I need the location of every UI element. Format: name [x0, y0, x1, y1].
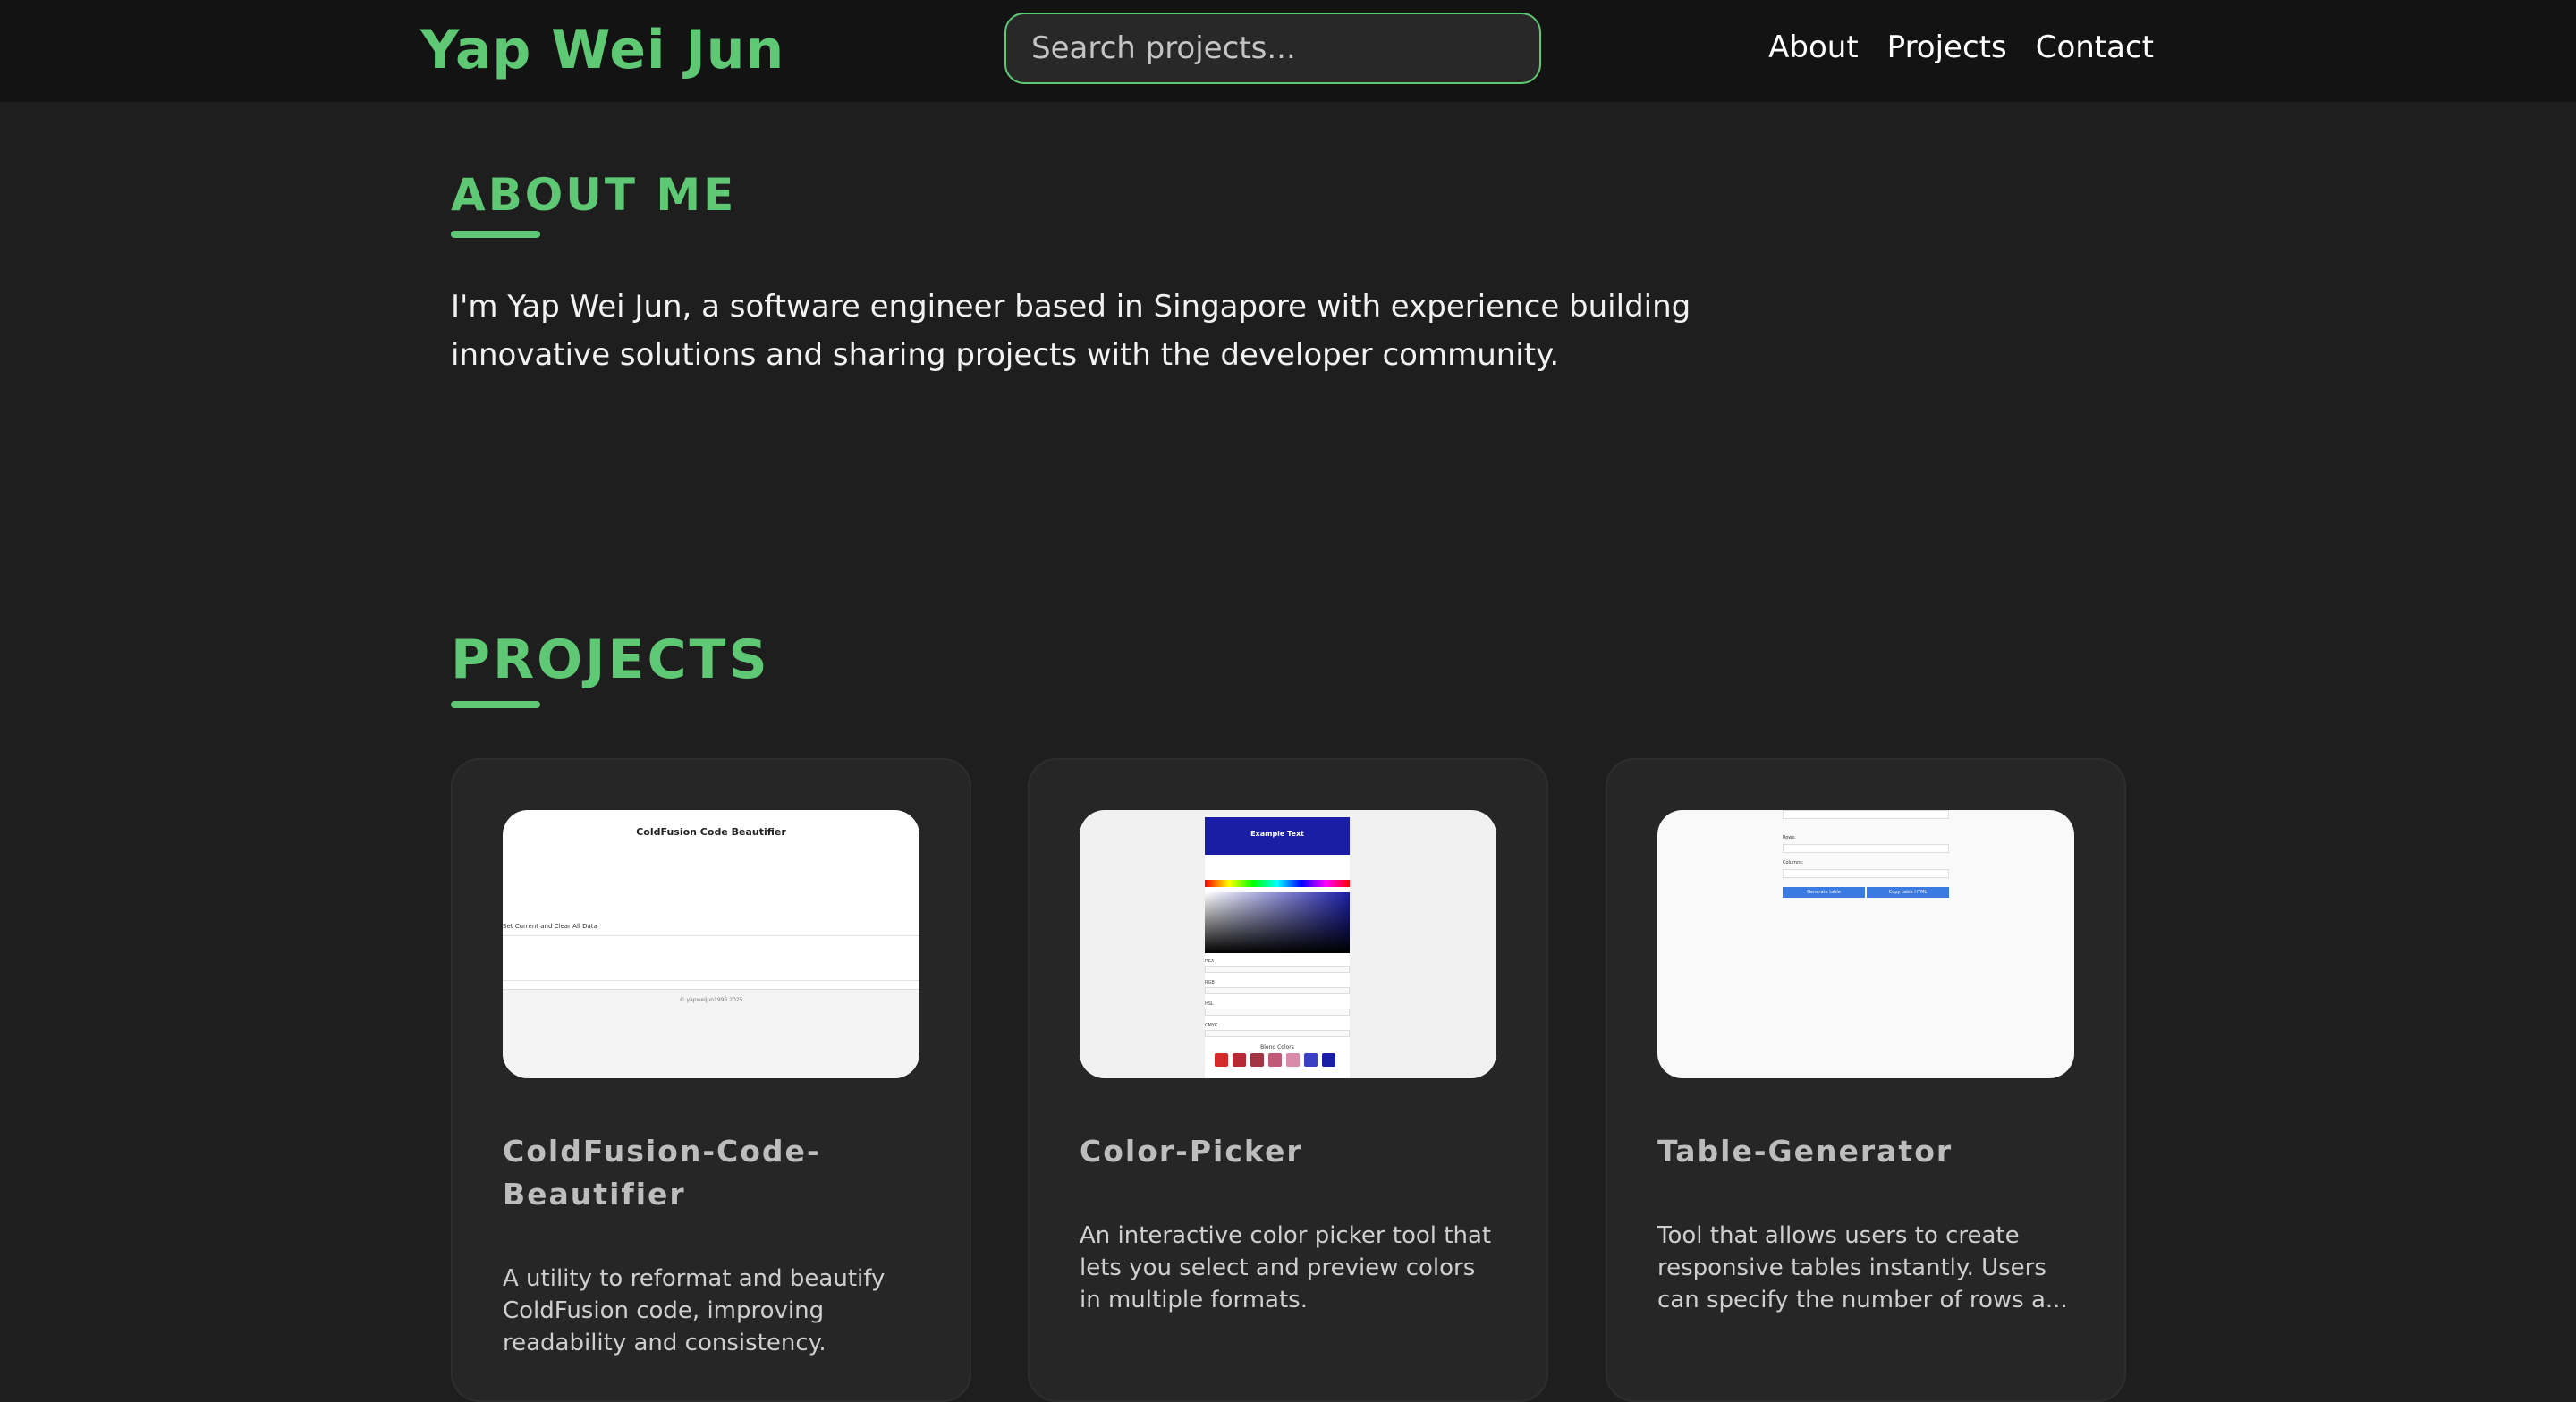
- thumbnail-divider: [503, 935, 919, 936]
- project-card-table-generator[interactable]: Rows: Columns: Generate table Copy table…: [1606, 758, 2126, 1402]
- thumbnail-panel: Rows: Columns: Generate table Copy table…: [1783, 810, 1949, 908]
- thumbnail-swatch: [1250, 1053, 1264, 1067]
- thumbnail-text: Set Current and Clear All Data: [503, 923, 597, 930]
- nav-link-about[interactable]: About: [1768, 25, 1859, 70]
- site-header: Yap Wei Jun About Projects Contact: [0, 0, 2576, 104]
- thumbnail-label: HSL: [1205, 1001, 1214, 1007]
- thumbnail-field: [1783, 844, 1949, 853]
- project-card-color-picker[interactable]: Example Text HEX RGB HSL CMYK Blend Colo…: [1028, 758, 1548, 1402]
- thumbnail-swatch: [1215, 1053, 1228, 1067]
- brand-logo[interactable]: Yap Wei Jun: [420, 13, 784, 88]
- thumbnail-banner-text: Example Text: [1250, 830, 1304, 838]
- thumbnail-button: Generate table: [1783, 887, 1865, 898]
- thumbnail-footer-text: © yapweijun1996 2025: [679, 997, 743, 1003]
- projects-heading: PROJECTS: [451, 629, 770, 691]
- thumbnail-label: HEX: [1205, 959, 1215, 964]
- search-input[interactable]: [1004, 13, 1541, 84]
- thumbnail-divider: [503, 980, 919, 981]
- about-heading-underline: [451, 231, 540, 238]
- thumbnail-field: [1783, 869, 1949, 878]
- project-thumbnail[interactable]: Example Text HEX RGB HSL CMYK Blend Colo…: [1080, 810, 1496, 1078]
- thumbnail-label: Rows:: [1783, 835, 1796, 840]
- project-description: Tool that allows users to create respons…: [1657, 1222, 2068, 1313]
- thumbnail-swatch: [1268, 1053, 1282, 1067]
- thumbnail-field: [1205, 1030, 1350, 1037]
- about-text: I'm Yap Wei Jun, a software engineer bas…: [451, 289, 1691, 373]
- project-description: An interactive color picker tool that le…: [1080, 1222, 1492, 1313]
- thumbnail-field: [1205, 1009, 1350, 1016]
- thumbnail-label: Columns:: [1783, 860, 1804, 866]
- nav-link-projects[interactable]: Projects: [1887, 25, 2007, 70]
- project-thumbnail[interactable]: Rows: Columns: Generate table Copy table…: [1657, 810, 2074, 1078]
- thumbnail-hue-slider: [1205, 880, 1350, 887]
- thumbnail-swatch: [1304, 1053, 1318, 1067]
- thumbnail-textarea: [1783, 810, 1949, 819]
- about-heading: ABOUT ME: [451, 169, 737, 221]
- thumbnail-footer: © yapweijun1996 2025: [503, 989, 919, 1078]
- main-nav: About Projects Contact: [1768, 25, 2154, 70]
- nav-link-contact[interactable]: Contact: [2036, 25, 2154, 70]
- thumbnail-label: RGB: [1205, 980, 1215, 985]
- thumbnail-saturation-area: [1205, 892, 1350, 953]
- thumbnail-heading: ColdFusion Code Beautifier: [636, 826, 786, 838]
- thumbnail-swatch: [1322, 1053, 1335, 1067]
- thumbnail-swatch: [1286, 1053, 1300, 1067]
- project-description: A utility to reformat and beautify ColdF…: [503, 1265, 886, 1356]
- project-title[interactable]: Color-Picker: [1080, 1130, 1473, 1173]
- thumbnail-button: Copy table HTML: [1867, 887, 1949, 898]
- thumbnail-banner: Example Text: [1205, 817, 1350, 855]
- project-thumbnail[interactable]: ColdFusion Code Beautifier Set Current a…: [503, 810, 919, 1078]
- thumbnail-label: CMYK: [1205, 1023, 1218, 1028]
- thumbnail-panel: Example Text HEX RGB HSL CMYK Blend Colo…: [1205, 817, 1350, 1078]
- project-card-coldfusion-code-beautifier[interactable]: ColdFusion Code Beautifier Set Current a…: [451, 758, 971, 1402]
- thumbnail-swatch: [1233, 1053, 1246, 1067]
- thumbnail-field: [1205, 966, 1350, 973]
- thumbnail-field: [1205, 987, 1350, 994]
- projects-heading-underline: [451, 701, 540, 708]
- project-title[interactable]: Table-Generator: [1657, 1130, 2051, 1173]
- project-title[interactable]: ColdFusion-Code-Beautifier: [503, 1130, 896, 1216]
- thumbnail-blend-label: Blend Colors: [1260, 1044, 1294, 1051]
